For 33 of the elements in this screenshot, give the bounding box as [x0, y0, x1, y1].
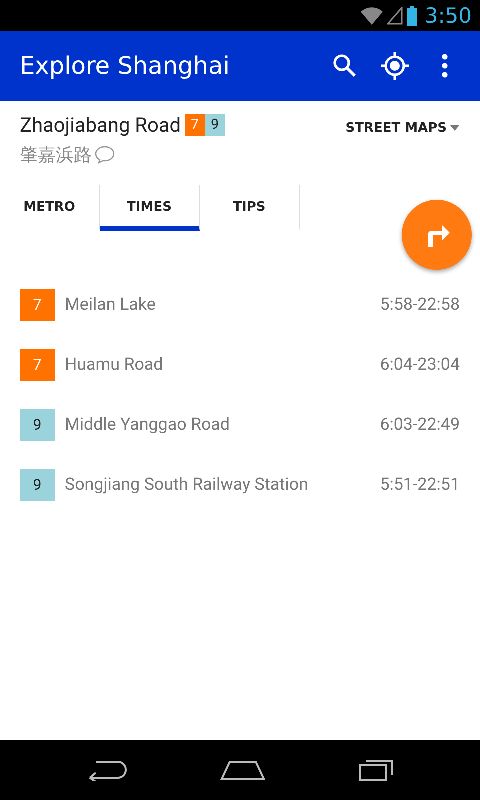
tab[interactable]: TIMES [100, 185, 200, 231]
service-hours: 5:51-22:51 [380, 475, 460, 495]
station-local-name: 肇嘉浜路 [20, 144, 92, 167]
destination-name: Middle Yanggao Road [65, 415, 232, 435]
line-badge: 7 [20, 289, 55, 321]
caret-icon [450, 125, 460, 131]
line-badge: 9 [205, 114, 226, 136]
search-icon [333, 54, 357, 78]
signal-icon [386, 6, 403, 24]
crosshair-icon [381, 52, 409, 80]
service-hours: 6:04-23:04 [380, 355, 460, 375]
line-badge: 9 [20, 409, 55, 441]
home-icon[interactable] [220, 760, 266, 780]
battery-icon [406, 6, 417, 26]
recents-icon[interactable] [358, 759, 394, 781]
station-name: Zhaojiabang Road [20, 113, 182, 137]
tab[interactable]: TIPS [200, 185, 300, 231]
directions-button[interactable] [402, 200, 472, 270]
speech-bubble-icon[interactable] [95, 146, 115, 164]
wifi-icon [360, 6, 383, 24]
destination-name: Songjiang South Railway Station [65, 475, 310, 495]
tab[interactable]: METRO [0, 185, 100, 231]
destination-name: Meilan Lake [65, 295, 157, 315]
destination-name: Huamu Road [65, 355, 164, 375]
service-hours: 6:03-22:49 [380, 415, 460, 435]
clock-time: 3:50 [424, 4, 472, 28]
line-badge: 7 [20, 349, 55, 381]
street-maps-dropdown[interactable]: STREET MAPS [346, 117, 460, 139]
line-badge: 7 [185, 114, 206, 136]
menu-icon [441, 54, 449, 78]
line-badge: 9 [20, 469, 55, 501]
app-title: Explore Shanghai [20, 52, 231, 80]
service-hours: 5:58-22:58 [380, 295, 460, 315]
